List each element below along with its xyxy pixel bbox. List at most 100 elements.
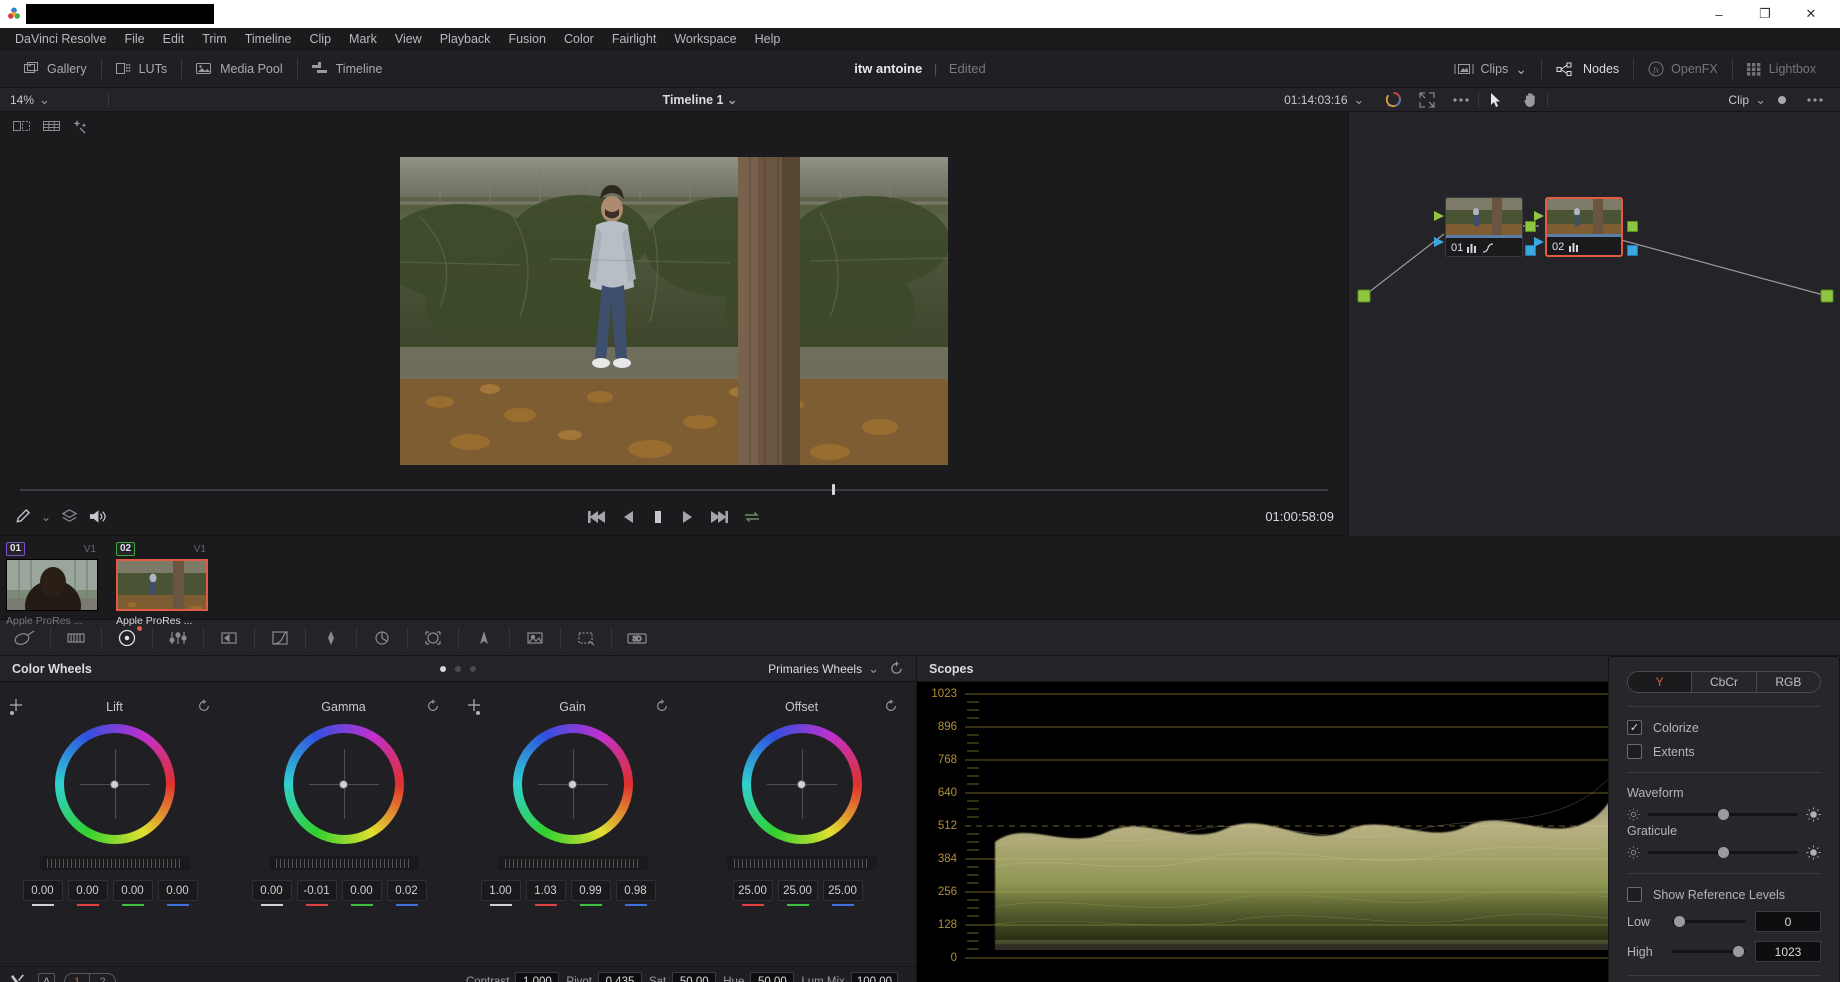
menu-fairlight[interactable]: Fairlight — [603, 28, 665, 50]
fullscreen-icon[interactable] — [1410, 88, 1444, 112]
contrast-field[interactable]: Contrast 1.000 — [466, 972, 559, 982]
lift-master-slider[interactable] — [40, 856, 190, 870]
color-reset-icon[interactable] — [1376, 88, 1410, 112]
play-reverse-button[interactable] — [621, 509, 637, 525]
gain-color-wheel[interactable] — [513, 724, 633, 844]
contrast-value[interactable]: 1.000 — [515, 972, 559, 982]
cursor-tool-icon[interactable] — [1479, 88, 1513, 112]
viewer-scrubber[interactable] — [0, 482, 1348, 498]
scope-channel-cbcr[interactable]: CbCr — [1692, 672, 1756, 692]
tracker-icon[interactable] — [459, 620, 509, 656]
menu-fusion[interactable]: Fusion — [499, 28, 555, 50]
stereo-3d-icon[interactable]: 3D — [612, 620, 662, 656]
qualifier-icon[interactable] — [357, 620, 407, 656]
luts-button[interactable]: LUTs — [102, 50, 181, 88]
node-01-key-input[interactable] — [1433, 236, 1445, 248]
gamma-wheel-handle[interactable] — [339, 780, 348, 789]
maximize-button[interactable]: ❐ — [1742, 0, 1788, 28]
gallery-button[interactable]: Gallery — [10, 50, 101, 88]
offset-master-slider[interactable] — [727, 856, 877, 870]
viewer-options-icon[interactable] — [1444, 88, 1478, 112]
menu-color[interactable]: Color — [555, 28, 603, 50]
gain-wheel-handle[interactable] — [568, 780, 577, 789]
camera-raw-icon[interactable] — [0, 620, 50, 656]
viewer-stage[interactable] — [0, 140, 1348, 482]
gamma-value-b[interactable]: 0.02 — [387, 880, 427, 906]
version-selector[interactable]: 1 2 — [64, 973, 116, 982]
gain-value-y[interactable]: 1.00 — [481, 880, 521, 906]
waveform-slider-knob[interactable] — [1718, 809, 1729, 820]
clip-01-thumbnail[interactable] — [6, 559, 98, 611]
node-02[interactable]: 02 — [1545, 197, 1623, 257]
scope-channel-y[interactable]: Y — [1628, 672, 1692, 692]
node-02-rgb-input[interactable] — [1533, 210, 1545, 222]
gain-value-r[interactable]: 1.03 — [526, 880, 566, 906]
hue-value[interactable]: 50.00 — [750, 972, 794, 982]
low-level-track[interactable] — [1672, 920, 1746, 923]
node-02-key-input[interactable] — [1533, 236, 1545, 248]
clips-button[interactable]: Clips ⌄ — [1440, 50, 1542, 88]
gamma-value-r[interactable]: -0.01 — [297, 880, 337, 906]
gain-value-g[interactable]: 0.99 — [571, 880, 611, 906]
offset-color-wheel[interactable] — [742, 724, 862, 844]
gain-reset-icon[interactable] — [655, 699, 669, 713]
extents-checkbox[interactable] — [1627, 744, 1642, 759]
node-options-icon[interactable] — [1798, 88, 1832, 112]
reference-levels-checkbox-row[interactable]: Show Reference Levels — [1627, 887, 1821, 902]
lift-color-wheel[interactable] — [55, 724, 175, 844]
close-button[interactable]: ✕ — [1788, 0, 1834, 28]
offset-value-r[interactable]: 25.00 — [733, 880, 773, 906]
high-level-value[interactable]: 1023 — [1755, 941, 1821, 962]
curves-icon[interactable] — [255, 620, 305, 656]
sat-value[interactable]: 50.00 — [672, 972, 716, 982]
lum-mix-value[interactable]: 100.00 — [851, 972, 898, 982]
clip-item-01[interactable]: 01 V1 Apple ProRes ... — [6, 542, 102, 627]
reference-levels-checkbox[interactable] — [1627, 887, 1642, 902]
menu-trim[interactable]: Trim — [193, 28, 236, 50]
chevron-down-icon[interactable]: ⌄ — [41, 510, 51, 524]
timecode-display[interactable]: 01:14:03:16 ⌄ — [1272, 93, 1376, 107]
color-picker-icon[interactable] — [14, 508, 31, 525]
node-01-rgb-input[interactable] — [1433, 210, 1445, 222]
extents-checkbox-row[interactable]: Extents — [1627, 744, 1821, 759]
media-pool-button[interactable]: Media Pool — [182, 50, 297, 88]
gamma-master-slider[interactable] — [269, 856, 419, 870]
version-2-button[interactable]: 2 — [90, 974, 115, 982]
lift-wheel-handle[interactable] — [110, 780, 119, 789]
scope-channel-rgb[interactable]: RGB — [1757, 672, 1820, 692]
node-clip-selector[interactable]: Clip ⌄ — [1548, 93, 1798, 107]
node-editor[interactable]: 01 — [1348, 112, 1840, 536]
gamma-reset-icon[interactable] — [426, 699, 440, 713]
colorize-checkbox-row[interactable]: ✓ Colorize — [1627, 720, 1821, 735]
lift-value-b[interactable]: 0.00 — [158, 880, 198, 906]
page-dot-3[interactable] — [470, 666, 476, 672]
menu-davinci-resolve[interactable]: DaVinci Resolve — [6, 28, 115, 50]
menu-edit[interactable]: Edit — [154, 28, 194, 50]
node-02-rgb-output[interactable] — [1627, 221, 1638, 232]
color-wheels-icon[interactable] — [102, 620, 152, 656]
menu-mark[interactable]: Mark — [340, 28, 386, 50]
gamma-value-g[interactable]: 0.00 — [342, 880, 382, 906]
menu-workspace[interactable]: Workspace — [665, 28, 745, 50]
node-01-rgb-output[interactable] — [1525, 221, 1536, 232]
split-view-icon[interactable] — [8, 115, 34, 137]
magic-mask-icon[interactable] — [510, 620, 560, 656]
hue-field[interactable]: Hue 50.00 — [723, 972, 794, 982]
lift-value-g[interactable]: 0.00 — [113, 880, 153, 906]
offset-value-g[interactable]: 25.00 — [778, 880, 818, 906]
playhead[interactable] — [832, 484, 835, 495]
colorize-checkbox[interactable]: ✓ — [1627, 720, 1642, 735]
menu-help[interactable]: Help — [746, 28, 790, 50]
pivot-value[interactable]: 0.435 — [598, 972, 642, 982]
node-02-key-output[interactable] — [1627, 245, 1638, 256]
menu-clip[interactable]: Clip — [301, 28, 341, 50]
page-dot-2[interactable] — [455, 666, 461, 672]
menu-playback[interactable]: Playback — [431, 28, 500, 50]
rgb-mixer-icon[interactable] — [153, 620, 203, 656]
high-level-track[interactable] — [1672, 950, 1746, 953]
loop-button[interactable] — [743, 509, 761, 525]
clip-02-thumbnail[interactable] — [116, 559, 208, 611]
lift-reset-icon[interactable] — [197, 699, 211, 713]
lift-value-y[interactable]: 0.00 — [23, 880, 63, 906]
power-window-icon[interactable] — [408, 620, 458, 656]
